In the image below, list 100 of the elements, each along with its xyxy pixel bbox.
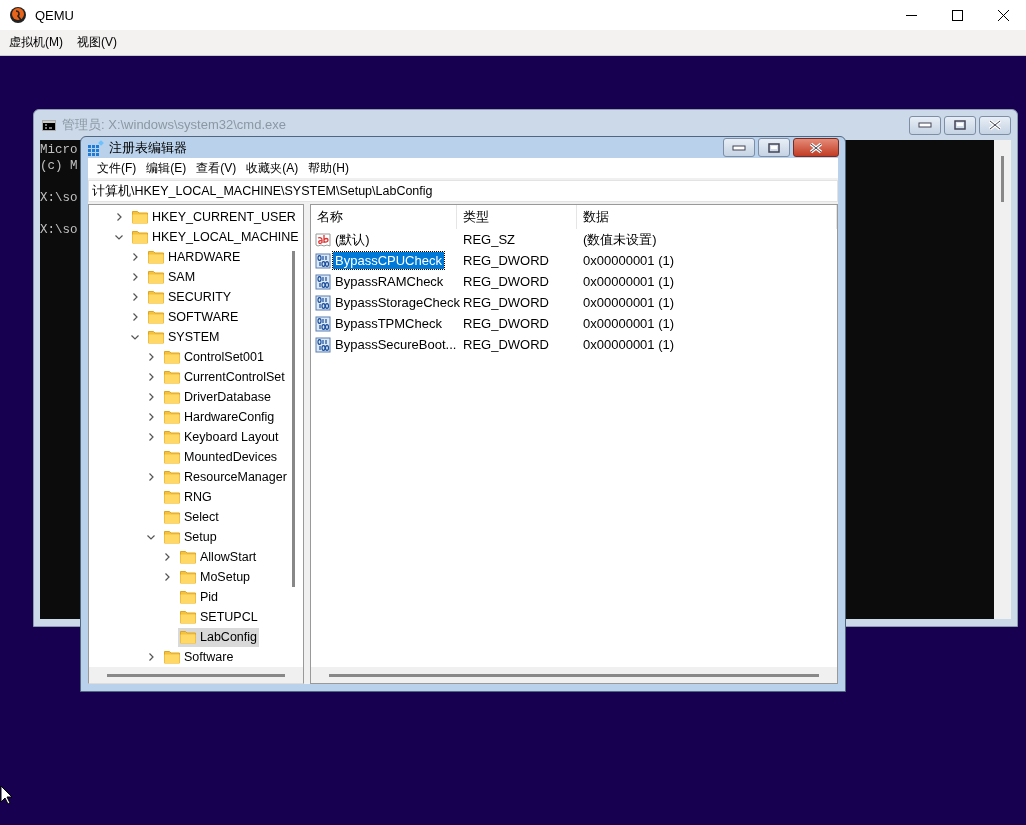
close-button[interactable] [793, 138, 839, 157]
menu-item[interactable]: 虚拟机(M) [4, 32, 68, 53]
tree-item[interactable]: SOFTWARE [146, 307, 241, 327]
scrollbar[interactable] [994, 140, 1011, 619]
tree-item[interactable]: Setup [162, 527, 219, 547]
tree-item[interactable]: HARDWARE [146, 247, 243, 267]
value-name[interactable]: BypassSecureBoot... [333, 336, 459, 353]
scrollbar[interactable] [89, 667, 303, 683]
tree-item[interactable]: HKEY_LOCAL_MACHINE [130, 227, 301, 247]
menu-item[interactable]: 帮助(H) [303, 157, 354, 179]
menu-item[interactable]: 编辑(E) [141, 157, 192, 179]
folder-icon [164, 510, 180, 524]
console-line: X:\so [40, 191, 78, 205]
folder-icon [180, 550, 196, 564]
registry-icon [88, 139, 104, 156]
tree-item[interactable]: CurrentControlSet [162, 367, 287, 387]
folder-icon [132, 210, 148, 224]
binary-value-icon [315, 336, 331, 353]
column-header[interactable]: 名称 [311, 205, 457, 229]
menu-item[interactable]: 查看(V) [191, 157, 242, 179]
console-line: X:\so [40, 223, 78, 237]
tree-item[interactable]: MoSetup [178, 567, 253, 587]
scrollbar[interactable] [311, 667, 837, 683]
binary-value-icon [315, 315, 331, 332]
folder-icon [164, 350, 180, 364]
folder-icon [164, 410, 180, 424]
value-data: 0x00000001 (1) [582, 337, 676, 352]
column-header[interactable]: 数据 [577, 205, 837, 229]
close-icon [987, 119, 1003, 131]
address-bar[interactable]: 计算机\HKEY_LOCAL_MACHINE\SYSTEM\Setup\LabConfig [88, 180, 838, 202]
mouse-cursor-icon [0, 785, 12, 805]
tree-item[interactable]: SYSTEM [146, 327, 222, 347]
column-header[interactable]: 类型 [457, 205, 577, 229]
value-type: REG_DWORD [462, 295, 550, 310]
minimize-button[interactable] [909, 115, 941, 135]
scrollbar-thumb[interactable] [292, 251, 295, 587]
tree-item[interactable]: DriverDatabase [162, 387, 273, 407]
minimize-icon [732, 144, 746, 151]
chevron-icon[interactable] [146, 472, 156, 482]
value-name[interactable]: BypassTPMCheck [333, 315, 444, 332]
tree-item[interactable]: SAM [146, 267, 198, 287]
tree-item[interactable]: Keyboard Layout [162, 427, 281, 447]
tree-item[interactable]: HardwareConfig [162, 407, 277, 427]
value-type: REG_SZ [462, 232, 516, 247]
tree-item[interactable]: SECURITY [146, 287, 234, 307]
tree-item[interactable]: AllowStart [178, 547, 259, 567]
console-line: (c) M [40, 159, 78, 173]
maximize-icon [954, 120, 966, 130]
tree-item[interactable]: MountedDevices [162, 447, 280, 467]
tree-item[interactable]: ControlSet001 [162, 347, 266, 367]
close-icon [997, 9, 1009, 21]
value-data: (数值未设置) [582, 230, 658, 249]
binary-value-icon [315, 273, 331, 290]
value-type: REG_DWORD [462, 337, 550, 352]
minimize-button[interactable] [723, 138, 755, 157]
maximize-icon [768, 142, 780, 153]
value-data: 0x00000001 (1) [582, 295, 676, 310]
folder-icon [164, 650, 180, 664]
window-title: 注册表编辑器 [109, 138, 187, 157]
value-name[interactable]: BypassCPUCheck [333, 252, 444, 269]
value-type: REG_DWORD [462, 316, 550, 331]
tree-item[interactable]: SETUPCL [178, 607, 260, 627]
value-name[interactable]: BypassRAMCheck [333, 273, 446, 290]
minimize-icon [918, 122, 932, 128]
folder-icon [164, 470, 180, 484]
tree-item[interactable]: RNG [162, 487, 214, 507]
folder-icon [148, 250, 164, 264]
close-button[interactable] [979, 115, 1011, 135]
window-title: 管理员: X:\windows\system32\cmd.exe [62, 116, 286, 134]
folder-icon [164, 430, 180, 444]
folder-icon [180, 570, 196, 584]
folder-icon [164, 370, 180, 384]
tree-item[interactable]: HKEY_CURRENT_USER [130, 207, 298, 227]
folder-icon [148, 290, 164, 304]
folder-icon [180, 630, 196, 644]
folder-icon [132, 230, 148, 244]
value-data: 0x00000001 (1) [582, 274, 676, 289]
console-line: Micro [40, 143, 78, 157]
chevron-icon[interactable] [146, 652, 156, 662]
tree-item[interactable]: Pid [178, 587, 221, 607]
tree-item[interactable]: LabConfig [178, 627, 259, 647]
tree-item[interactable]: Software [162, 647, 236, 667]
tree-item[interactable]: ResourceManager [162, 467, 289, 487]
value-name[interactable]: (默认) [333, 229, 372, 250]
value-type: REG_DWORD [462, 253, 550, 268]
menu-item[interactable]: 视图(V) [72, 32, 122, 53]
folder-icon [180, 610, 196, 624]
binary-value-icon [315, 294, 331, 311]
value-data: 0x00000001 (1) [582, 316, 676, 331]
app-logo-icon [9, 6, 27, 24]
value-name[interactable]: BypassStorageCheck [333, 294, 462, 311]
maximize-icon [951, 9, 963, 21]
string-value-icon [315, 231, 331, 248]
menu-item[interactable]: 收藏夹(A) [241, 157, 304, 179]
folder-icon [148, 270, 164, 284]
menu-item[interactable]: 文件(F) [92, 157, 142, 179]
folder-icon [164, 450, 180, 464]
window-title: QEMU [35, 7, 74, 23]
folder-icon [148, 330, 164, 344]
tree-item[interactable]: Select [162, 507, 221, 527]
